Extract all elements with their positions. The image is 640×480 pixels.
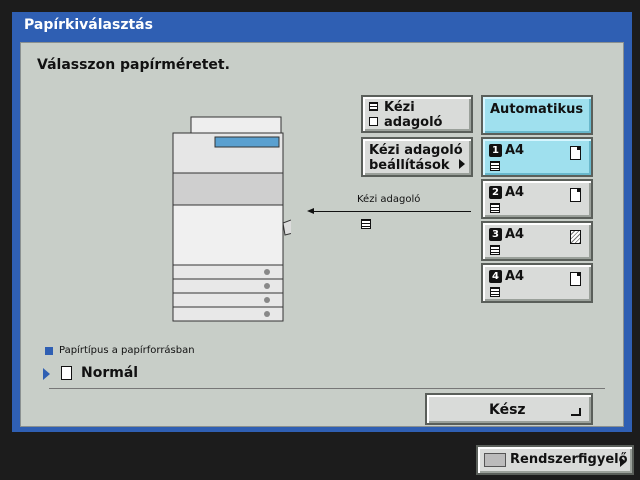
automatic-label: Automatikus — [490, 102, 584, 117]
tray-3-number: 3 — [489, 228, 502, 241]
tray-4-button[interactable]: 4 A4 — [481, 263, 593, 303]
paper-type-value: Normál — [81, 365, 139, 381]
tray-2-button[interactable]: 2 A4 — [481, 179, 593, 219]
paper-stack-icon — [490, 161, 500, 171]
checkbox-icon — [369, 117, 378, 126]
enter-icon — [571, 408, 581, 416]
manual-feeder-label-2: adagoló — [384, 115, 443, 130]
chevron-right-icon — [620, 457, 626, 467]
manual-feeder-label-1: Kézi — [384, 100, 415, 115]
paper-stack-icon — [490, 203, 500, 213]
status-monitor-icon — [484, 453, 506, 467]
tray-4-number: 4 — [489, 270, 502, 283]
tray-4-label: 4 A4 — [489, 269, 524, 284]
manual-feeder-label: Kézi adagoló — [357, 194, 421, 205]
paper-stack-icon — [490, 287, 500, 297]
divider — [49, 388, 605, 389]
tray-1-number: 1 — [489, 144, 502, 157]
manual-feeder-settings-button[interactable]: Kézi adagoló beállítások — [361, 137, 473, 177]
done-button[interactable]: Kész — [425, 393, 593, 425]
status-monitor-label: Rendszerfigyelő — [510, 452, 628, 467]
status-monitor-button[interactable]: Rendszerfigyelő — [476, 445, 634, 475]
tray-1-size: A4 — [505, 143, 525, 158]
window-title: Papírkiválasztás — [24, 17, 153, 33]
tray-2-number: 2 — [489, 186, 502, 199]
play-arrow-icon — [43, 368, 50, 380]
tray-4-size: A4 — [505, 269, 525, 284]
paper-selection-dialog: Papírkiválasztás Válasszon papírméretet.… — [12, 12, 632, 432]
manual-feeder-icon — [369, 102, 378, 111]
paper-icon — [61, 366, 72, 380]
paper-icon — [570, 272, 581, 286]
chevron-right-icon — [459, 159, 465, 169]
paper-hatched-icon — [570, 230, 581, 244]
paper-icon — [570, 146, 581, 160]
settings-label-1: Kézi adagoló — [369, 143, 463, 158]
tray-1-button[interactable]: 1 A4 — [481, 137, 593, 177]
tray-3-label: 3 A4 — [489, 227, 524, 242]
pointer-arrowhead — [307, 208, 314, 214]
paper-stack-icon — [490, 245, 500, 255]
settings-label-2: beállítások — [369, 158, 450, 173]
tray-2-size: A4 — [505, 185, 525, 200]
manual-feeder-tray-icon — [361, 219, 371, 229]
tray-3-size: A4 — [505, 227, 525, 242]
copier-illustration — [172, 116, 291, 322]
automatic-button[interactable]: Automatikus — [481, 95, 593, 135]
content-panel: Válasszon papírméretet. Kézi adagoló Kéz… — [20, 42, 624, 427]
paper-icon — [570, 188, 581, 202]
manual-feeder-button[interactable]: Kézi adagoló — [361, 95, 473, 133]
paper-type-row[interactable]: Normál — [41, 363, 241, 385]
tray-3-button[interactable]: 3 A4 — [481, 221, 593, 261]
tray-2-label: 2 A4 — [489, 185, 524, 200]
prompt-text: Válasszon papírméretet. — [37, 57, 230, 73]
done-label: Kész — [489, 402, 526, 418]
tray-1-label: 1 A4 — [489, 143, 524, 158]
paper-type-heading: Papírtípus a papírforrásban — [59, 345, 195, 356]
paper-type-bullet-icon — [45, 347, 53, 355]
pointer-line — [313, 211, 471, 212]
